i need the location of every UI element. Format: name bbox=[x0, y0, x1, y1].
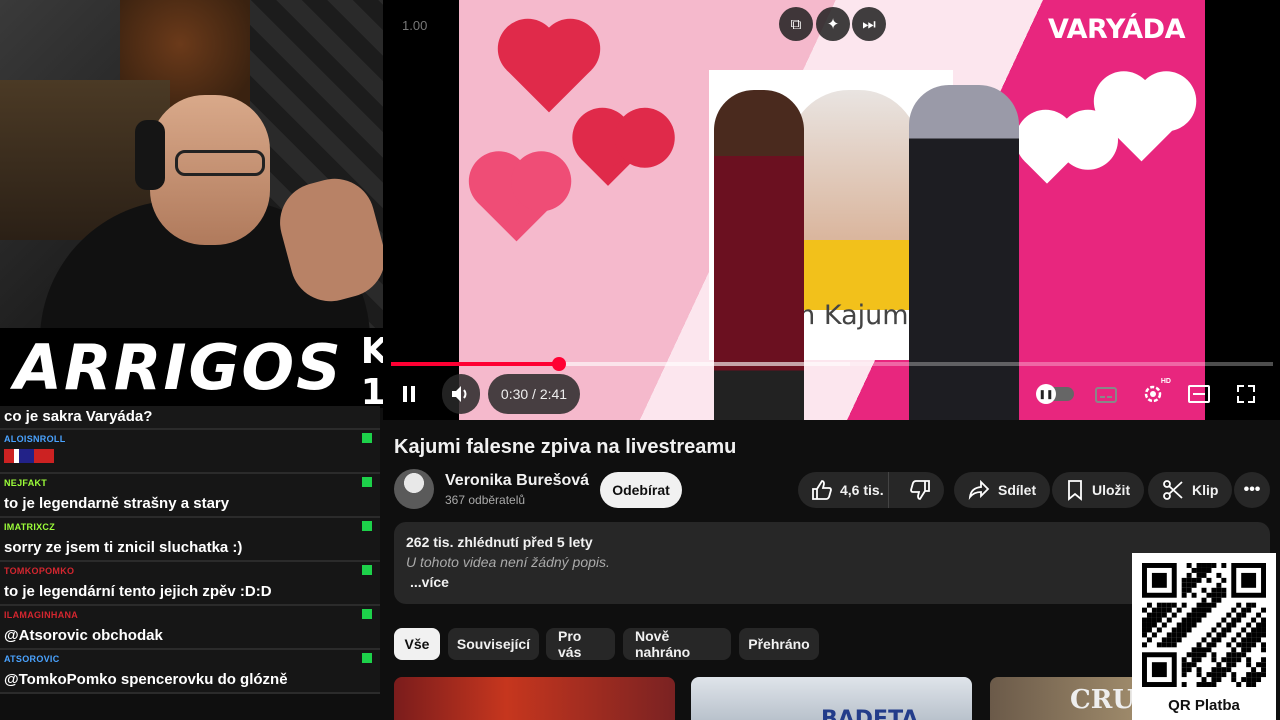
channel-logo: ARRIGOS bbox=[14, 331, 343, 404]
subscriber-badge-icon bbox=[362, 477, 372, 487]
subtitles-icon bbox=[1095, 387, 1117, 403]
streamer-webcam bbox=[0, 0, 383, 328]
chat-message-text: to je legendární tento jejich zpěv :D:D bbox=[4, 583, 272, 600]
chat-message: ILAMAGINHANA @Atsorovic obchodak bbox=[0, 606, 380, 650]
share-button[interactable]: Sdílet bbox=[954, 472, 1051, 508]
played-bar bbox=[391, 362, 560, 366]
share-label: Sdílet bbox=[998, 482, 1037, 498]
chat-emote bbox=[4, 449, 54, 463]
chat-username: ALOISNROLL bbox=[4, 434, 66, 444]
chip-related[interactable]: Související bbox=[448, 628, 539, 660]
video-player[interactable]: 1.00 m Kajumi VARYÁDA ⧉ ✦ ⏭ 0:30 / 2:41 … bbox=[383, 0, 1280, 420]
thumbs-down-icon bbox=[909, 480, 930, 500]
scissors-icon bbox=[1163, 480, 1183, 500]
bookmark-icon bbox=[1068, 480, 1082, 501]
clip-button[interactable]: Klip bbox=[1148, 472, 1233, 508]
subscriber-badge-icon bbox=[362, 565, 372, 575]
volume-level-readout: 1.00 bbox=[402, 18, 428, 33]
more-horizontal-icon: ••• bbox=[1243, 481, 1261, 498]
picture-in-picture-icon[interactable]: ⧉ bbox=[779, 7, 813, 41]
chat-message-text: co je sakra Varyáda? bbox=[0, 406, 380, 430]
heart-decoration bbox=[506, 27, 592, 113]
chat-message: ATSOROVIC @TomkoPomko spencerovku do gló… bbox=[0, 650, 380, 694]
description-text: U tohoto videa není žádný popis. bbox=[406, 554, 610, 570]
thumbs-up-icon bbox=[812, 480, 832, 500]
autoplay-toggle[interactable]: ❚❚ bbox=[1036, 384, 1074, 404]
heart-decoration bbox=[1024, 138, 1070, 184]
subscribe-button[interactable]: Odebírat bbox=[600, 472, 682, 508]
settings-button[interactable]: HD bbox=[1139, 378, 1171, 408]
poster-text: m Kajumi bbox=[789, 300, 917, 331]
subscriber-badge-icon bbox=[362, 521, 372, 531]
view-stats: 262 tis. zhlédnutí před 5 lety bbox=[406, 534, 593, 550]
chip-watched[interactable]: Přehráno bbox=[739, 628, 819, 660]
chat-message-text: sorry ze jsem ti znicil sluchatka :) bbox=[4, 539, 243, 556]
pause-icon: ❚❚ bbox=[1036, 384, 1056, 404]
hd-badge: HD bbox=[1160, 378, 1171, 385]
singer-figure bbox=[714, 90, 804, 420]
chat-username: IMATRIXCZ bbox=[4, 522, 56, 532]
singer-figure bbox=[909, 85, 1019, 420]
fullscreen-icon bbox=[1237, 385, 1255, 403]
qr-label: QR Platba bbox=[1168, 697, 1240, 714]
volume-button[interactable] bbox=[442, 374, 480, 414]
progress-bar[interactable] bbox=[391, 357, 1273, 371]
time-display: 0:30 / 2:41 bbox=[488, 374, 580, 414]
channel-logo-banner: ARRIGOS K 133 bbox=[0, 328, 436, 413]
like-button[interactable]: 4,6 tis. bbox=[798, 472, 889, 508]
chat-panel: co je sakra Varyáda? ALOISNROLL NEJFAKT … bbox=[0, 406, 380, 720]
chat-username: ILAMAGINHANA bbox=[4, 610, 79, 620]
save-label: Uložit bbox=[1092, 482, 1131, 498]
pause-button[interactable] bbox=[395, 380, 423, 408]
chat-username: NEJFAKT bbox=[4, 478, 48, 488]
save-button[interactable]: Uložit bbox=[1052, 472, 1145, 508]
pause-icon bbox=[403, 386, 415, 402]
chat-message: IMATRIXCZ sorry ze jsem ti znicil slucha… bbox=[0, 518, 380, 562]
chat-message: TOMKOPOMKO to je legendární tento jejich… bbox=[0, 562, 380, 606]
miniplayer-icon bbox=[1188, 385, 1210, 403]
like-dislike-group: 4,6 tis. bbox=[798, 472, 944, 508]
chat-username: ATSOROVIC bbox=[4, 654, 60, 664]
subscriber-count: 367 odběratelů bbox=[445, 493, 526, 507]
channel-name[interactable]: Veronika Burešová bbox=[445, 472, 589, 490]
chat-message: NEJFAKT to je legendarně strašny a stary bbox=[0, 474, 380, 518]
gear-icon bbox=[1144, 385, 1162, 403]
recommended-video-thumbnail[interactable]: CRUS bbox=[990, 677, 1140, 720]
subtitles-button[interactable] bbox=[1093, 382, 1119, 408]
share-icon bbox=[968, 480, 990, 500]
subscriber-badge-icon bbox=[362, 609, 372, 619]
clip-label: Klip bbox=[1192, 482, 1219, 498]
like-count: 4,6 tis. bbox=[840, 482, 884, 498]
skip-icon[interactable]: ⏭ bbox=[852, 7, 886, 41]
thumbnail-text: BADETA bbox=[821, 707, 919, 720]
chip-for-you[interactable]: Pro vás bbox=[546, 628, 615, 660]
miniplayer-button[interactable] bbox=[1185, 380, 1213, 408]
chat-message: ALOISNROLL bbox=[0, 430, 380, 474]
thumbnail-text: CRUS bbox=[1070, 685, 1140, 715]
more-actions-button[interactable]: ••• bbox=[1234, 472, 1270, 508]
volume-icon bbox=[452, 386, 467, 402]
chat-message-text: @TomkoPomko spencerovku do glózně bbox=[4, 671, 288, 688]
fullscreen-button[interactable] bbox=[1232, 380, 1260, 408]
chip-recently-uploaded[interactable]: Nově nahráno bbox=[623, 628, 731, 660]
sparkle-icon[interactable]: ✦ bbox=[816, 7, 850, 41]
show-more-link[interactable]: ...více bbox=[410, 574, 1258, 590]
subscriber-badge-icon bbox=[362, 433, 372, 443]
dislike-button[interactable] bbox=[897, 472, 944, 508]
subscriber-badge-icon bbox=[362, 653, 372, 663]
recommended-video-thumbnail[interactable] bbox=[394, 677, 675, 720]
channel-avatar[interactable] bbox=[394, 469, 434, 509]
chat-username: TOMKOPOMKO bbox=[4, 566, 75, 576]
video-title: Kajumi falesne zpiva na livestreamu bbox=[394, 436, 737, 458]
heart-decoration bbox=[581, 132, 635, 186]
heart-decoration bbox=[477, 163, 556, 242]
chat-message-text: @Atsorovic obchodak bbox=[4, 627, 163, 644]
qr-code bbox=[1142, 563, 1266, 687]
chip-all[interactable]: Vše bbox=[394, 628, 440, 660]
recommended-video-thumbnail[interactable]: BADETA bbox=[691, 677, 972, 720]
chat-message-text: to je legendarně strašny a stary bbox=[4, 495, 230, 512]
brand-logo: VARYÁDA bbox=[1048, 14, 1185, 45]
video-frame[interactable]: m Kajumi VARYÁDA bbox=[459, 0, 1205, 420]
qr-payment-overlay: QR Platba bbox=[1132, 553, 1276, 720]
